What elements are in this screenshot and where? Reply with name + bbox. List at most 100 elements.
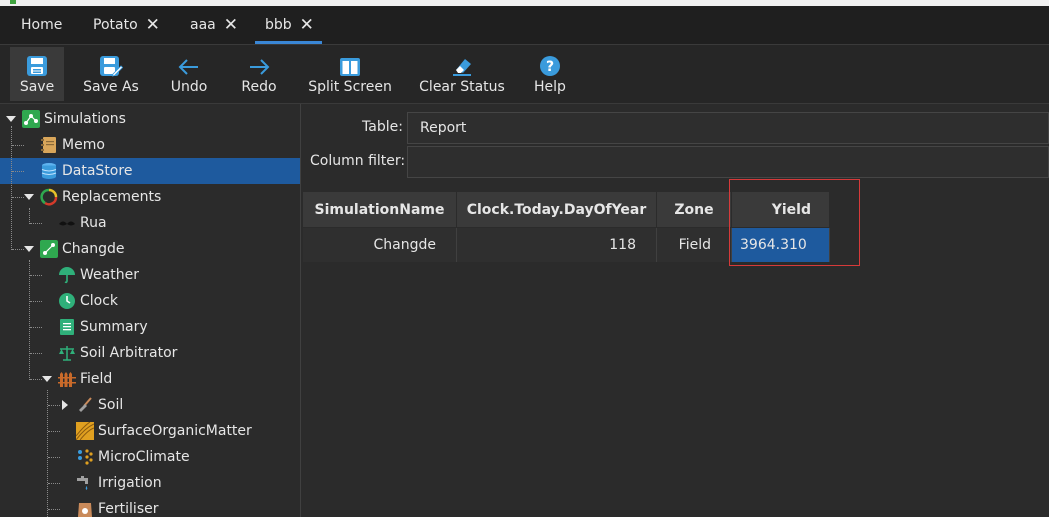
tree-node-rua[interactable]: Rua	[58, 210, 107, 236]
tree-node-label: Soil	[98, 397, 124, 413]
tree-node-microclimate[interactable]: MicroClimate	[76, 444, 190, 470]
tree-line	[47, 390, 48, 517]
tree-node-label: Weather	[80, 267, 139, 283]
tree-node-label: Changde	[62, 241, 125, 257]
highlight-box	[729, 179, 860, 266]
save-as-button[interactable]: Save As	[80, 47, 142, 101]
tree-node-datastore[interactable]: DataStore	[40, 158, 132, 184]
save-button[interactable]: Save	[10, 47, 64, 101]
tree-line	[30, 223, 42, 224]
split-screen-icon	[339, 47, 361, 77]
redo-button[interactable]: Redo	[238, 47, 280, 101]
redo-label: Redo	[241, 79, 277, 95]
tree-line	[30, 301, 42, 302]
tree-node-replacements[interactable]: Replacements	[40, 184, 161, 210]
tree-node-summary[interactable]: Summary	[58, 314, 148, 340]
tree-line	[29, 260, 30, 380]
tree-line	[48, 431, 60, 432]
tree-line	[12, 145, 24, 146]
column-header-simulationname[interactable]: SimulationName	[303, 192, 457, 227]
tree-node-soil-arbitrator[interactable]: Soil Arbitrator	[58, 340, 177, 366]
clear-status-button[interactable]: Clear Status	[418, 47, 506, 101]
arrow-left-icon	[177, 47, 201, 77]
tree-node-label: Soil Arbitrator	[80, 345, 178, 361]
table-cell-simulationname[interactable]: Changde	[303, 228, 457, 262]
eraser-icon	[450, 47, 474, 77]
save-label: Save	[19, 79, 55, 95]
help-button[interactable]: ? Help	[530, 47, 570, 101]
tree-node-field[interactable]: Field	[58, 366, 112, 392]
tab-aaa[interactable]: aaa ✕	[190, 6, 238, 44]
report-panel: Table: Report Column filter: SimulationN…	[301, 104, 1049, 517]
svg-text:?: ?	[546, 59, 554, 75]
simulation-tree: Simulations Memo DataStore Replacements …	[0, 104, 301, 517]
split-screen-button[interactable]: Split Screen	[306, 47, 394, 101]
close-icon[interactable]: ✕	[224, 16, 238, 34]
tree-line	[48, 509, 60, 510]
column-header-zone[interactable]: Zone	[657, 192, 732, 227]
tab-home[interactable]: Home	[21, 6, 62, 44]
column-header-dayofyear[interactable]: Clock.Today.DayOfYear	[457, 192, 657, 227]
replacements-icon	[40, 188, 58, 206]
table-label: Table:	[362, 119, 403, 135]
tree-node-label: MicroClimate	[98, 449, 190, 465]
tree-line	[48, 405, 60, 406]
tab-bar: Home Potato ✕ aaa ✕ bbb ✕	[0, 6, 1049, 45]
tree-node-fertiliser[interactable]: Fertiliser	[76, 496, 158, 517]
tree-node-label: Memo	[62, 137, 105, 153]
shovel-icon	[76, 396, 94, 414]
tree-node-label: Irrigation	[98, 475, 162, 491]
tree-node-irrigation[interactable]: Irrigation	[76, 470, 162, 496]
tree-node-surface-organic-matter[interactable]: SurfaceOrganicMatter	[76, 418, 252, 444]
tree-line	[12, 171, 24, 172]
database-icon	[40, 162, 58, 180]
clock-icon	[58, 292, 76, 310]
split-screen-label: Split Screen	[308, 79, 392, 95]
tree-node-label: Rua	[80, 215, 107, 231]
collapse-arrow-icon[interactable]	[6, 116, 16, 122]
plant-icon	[58, 214, 76, 232]
tree-node-simulations[interactable]: Simulations	[22, 106, 126, 132]
tree-node-label: SurfaceOrganicMatter	[98, 423, 252, 439]
tree-line	[12, 249, 24, 250]
tree-node-changde[interactable]: Changde	[40, 236, 125, 262]
undo-label: Undo	[170, 79, 208, 95]
collapse-arrow-icon[interactable]	[42, 376, 52, 382]
table-cell-dayofyear[interactable]: 118	[457, 228, 657, 262]
tab-potato[interactable]: Potato ✕	[93, 6, 160, 44]
simulation-icon	[40, 240, 58, 258]
close-icon[interactable]: ✕	[146, 16, 160, 34]
tree-line	[48, 457, 60, 458]
tree-node-memo[interactable]: Memo	[40, 132, 105, 158]
tree-node-label: Summary	[80, 319, 148, 335]
clear-status-label: Clear Status	[419, 79, 505, 95]
table-cell-zone[interactable]: Field	[657, 228, 732, 262]
toolbar: Save Save As Undo Redo Split Screen Clea…	[0, 45, 1049, 104]
tree-node-weather[interactable]: Weather	[58, 262, 139, 288]
tab-bbb[interactable]: bbb ✕	[255, 6, 322, 44]
tree-node-soil[interactable]: Soil	[76, 392, 123, 418]
tree-line	[12, 197, 24, 198]
expand-arrow-icon[interactable]	[62, 400, 68, 410]
tap-icon	[76, 474, 94, 492]
tree-node-label: DataStore	[62, 163, 133, 179]
undo-button[interactable]: Undo	[166, 47, 212, 101]
scales-icon	[58, 344, 76, 362]
column-filter-label: Column filter:	[310, 153, 406, 169]
tree-line	[30, 379, 42, 380]
tree-line	[30, 327, 42, 328]
help-icon: ?	[539, 47, 561, 77]
tree-node-clock[interactable]: Clock	[58, 288, 118, 314]
close-icon[interactable]: ✕	[300, 16, 314, 34]
collapse-arrow-icon[interactable]	[24, 246, 34, 252]
tree-node-label: Fertiliser	[98, 501, 159, 517]
tree-line	[48, 483, 60, 484]
save-as-label: Save As	[83, 79, 139, 95]
tree-line	[30, 353, 42, 354]
column-filter-input[interactable]	[407, 146, 1049, 178]
collapse-arrow-icon[interactable]	[24, 194, 34, 200]
save-icon	[26, 47, 48, 77]
tree-node-label: Clock	[80, 293, 119, 309]
table-selector[interactable]: Report	[407, 112, 1049, 144]
tab-label: aaa	[190, 17, 216, 33]
